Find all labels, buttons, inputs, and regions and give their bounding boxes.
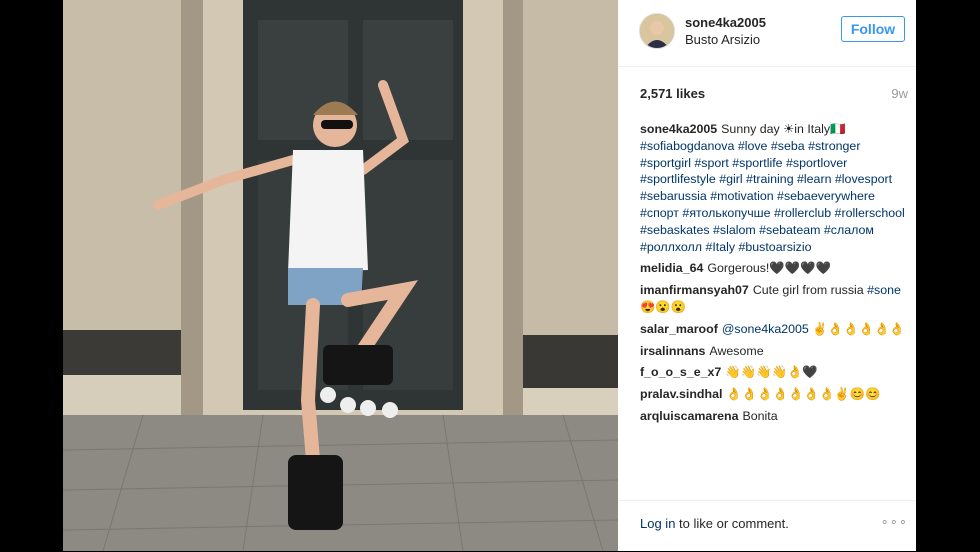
post-header: sone4ka2005 Busto Arsizio Follow: [618, 0, 916, 67]
comment-text: 👌👌👌👌👌👌👌✌😊😊: [726, 387, 881, 402]
comment-text: Bonita: [742, 408, 778, 423]
comment-username[interactable]: salar_maroof: [640, 322, 718, 336]
caption-text: Sunny day ☀in Italy🇮🇹: [721, 122, 846, 136]
ellipsis-icon[interactable]: ∘∘∘: [881, 514, 908, 530]
comment-mention[interactable]: @sone4ka2005: [722, 322, 809, 336]
comment-text: Cute girl from russia: [752, 283, 868, 298]
caption: sone4ka2005 Sunny day ☀in Italy🇮🇹 #sofiab…: [640, 121, 906, 255]
post-footer: Log in to like or comment. ∘∘∘: [618, 500, 916, 552]
comment: imanfirmansyah07 Cute girl from russia #s…: [640, 282, 906, 316]
login-link[interactable]: Log in: [640, 516, 675, 531]
follow-button[interactable]: Follow: [841, 16, 905, 42]
avatar[interactable]: [639, 13, 675, 49]
comment-hashtag[interactable]: #sone: [867, 283, 901, 297]
comment-username[interactable]: imanfirmansyah07: [640, 283, 749, 297]
comment: salar_maroof @sone4ka2005 ✌👌👌👌👌👌: [640, 321, 906, 338]
location-link[interactable]: Busto Arsizio: [685, 32, 760, 47]
likes-count[interactable]: 2,571 likes: [640, 86, 705, 101]
comment-text: ✌👌👌👌👌👌: [808, 321, 905, 336]
comment-text: 😍😮😮: [640, 299, 687, 314]
comment-username[interactable]: irsalinnans: [640, 344, 705, 358]
comment: pralav.sindhal 👌👌👌👌👌👌👌✌😊😊: [640, 386, 906, 403]
comment: irsalinnans Awesome: [640, 343, 906, 360]
comment-username[interactable]: f_o_o_s_e_x7: [640, 365, 721, 379]
caption-username[interactable]: sone4ka2005: [640, 122, 717, 136]
comment-text: Awesome: [709, 343, 764, 358]
post-photo[interactable]: [63, 0, 618, 551]
comment: arqluiscamarena Bonita: [640, 408, 906, 425]
comment-username[interactable]: arqluiscamarena: [640, 409, 739, 423]
comment: f_o_o_s_e_x7 👋👋👋👋👌🖤: [640, 364, 906, 381]
comment-username[interactable]: pralav.sindhal: [640, 387, 722, 401]
login-prompt-text: to like or comment.: [675, 516, 789, 531]
caption-hashtags[interactable]: #sofiabogdanova #love #seba #stronger #s…: [640, 139, 905, 254]
comment-text: Gorgerous!🖤🖤🖤🖤: [707, 261, 832, 276]
login-prompt: Log in to like or comment.: [640, 516, 789, 531]
comments-list: sone4ka2005 Sunny day ☀in Italy🇮🇹 #sofiab…: [640, 121, 906, 430]
comment-text: 👋👋👋👋👌🖤: [725, 365, 818, 380]
comment: melidia_64 Gorgerous!🖤🖤🖤🖤: [640, 260, 906, 277]
post-age[interactable]: 9w: [891, 86, 908, 101]
username-link[interactable]: sone4ka2005: [685, 15, 766, 30]
comment-username[interactable]: melidia_64: [640, 261, 703, 275]
post-sidebar: sone4ka2005 Busto Arsizio Follow 2,571 l…: [618, 0, 916, 551]
